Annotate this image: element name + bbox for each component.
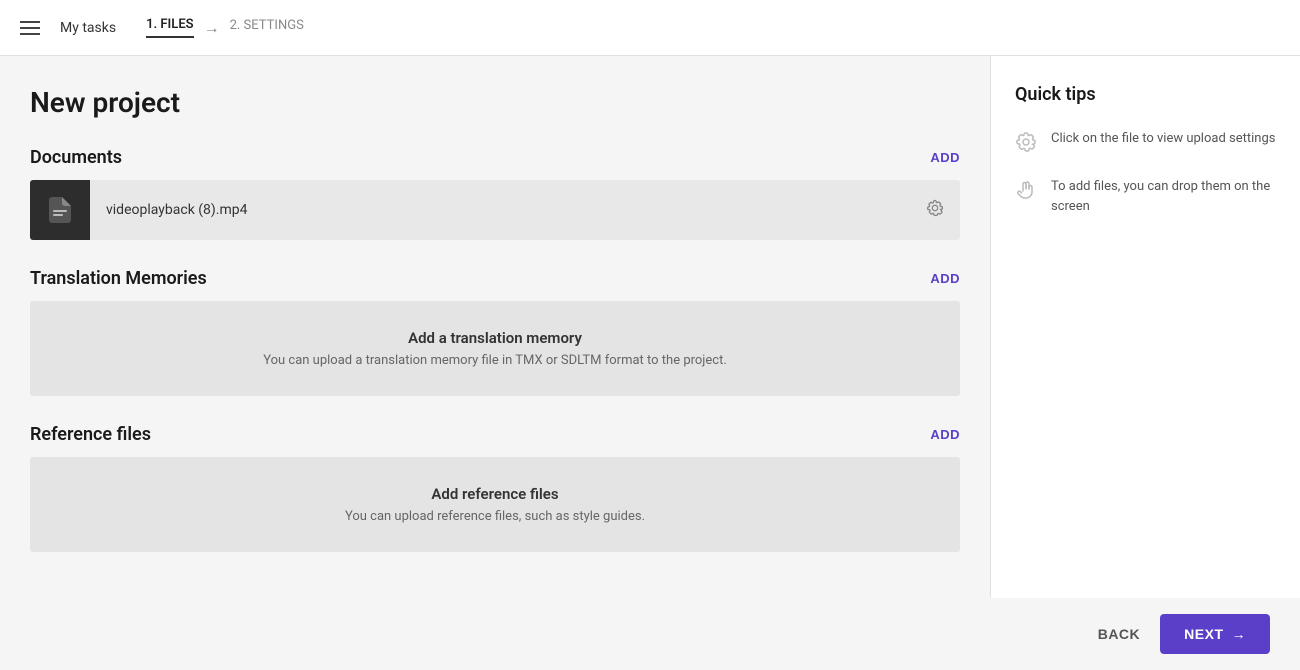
quick-tips-title: Quick tips xyxy=(1015,84,1276,105)
reference-files-empty-desc: You can upload reference files, such as … xyxy=(50,509,940,524)
reference-files-add-button[interactable]: ADD xyxy=(930,427,960,442)
translation-memories-empty-desc: You can upload a translation memory file… xyxy=(50,353,940,368)
tip-text-1: Click on the file to view upload setting… xyxy=(1051,129,1275,149)
file-icon-box xyxy=(30,180,90,240)
footer-actions: BACK NEXT → xyxy=(0,598,1300,670)
file-icon xyxy=(49,197,71,223)
reference-files-section-header: Reference files ADD xyxy=(30,424,960,445)
documents-title: Documents xyxy=(30,147,122,168)
documents-section-header: Documents ADD xyxy=(30,147,960,168)
nav-arrow: → xyxy=(204,18,220,38)
tip-item-2: To add files, you can drop them on the s… xyxy=(1015,177,1276,216)
document-file-item[interactable]: videoplayback (8).mp4 xyxy=(30,180,960,240)
next-arrow-icon: → xyxy=(1232,626,1247,642)
translation-memories-section-header: Translation Memories ADD xyxy=(30,268,960,289)
reference-files-title: Reference files xyxy=(30,424,151,445)
tip-item-1: Click on the file to view upload setting… xyxy=(1015,129,1276,157)
quick-tips-sidebar: Quick tips Click on the file to view upl… xyxy=(990,56,1300,598)
reference-files-empty-box: Add reference files You can upload refer… xyxy=(30,457,960,552)
reference-files-empty-title: Add reference files xyxy=(50,485,940,503)
gear-tip-icon xyxy=(1015,131,1037,157)
hamburger-icon[interactable] xyxy=(20,21,40,35)
step1-tab[interactable]: 1. FILES xyxy=(146,17,194,38)
file-settings-icon[interactable] xyxy=(910,199,960,221)
next-label: NEXT xyxy=(1184,626,1223,642)
documents-section: Documents ADD videoplayback (8).mp4 xyxy=(30,147,960,240)
back-button[interactable]: BACK xyxy=(1098,626,1140,642)
translation-memories-section: Translation Memories ADD Add a translati… xyxy=(30,268,960,396)
file-name: videoplayback (8).mp4 xyxy=(90,202,910,218)
reference-files-section: Reference files ADD Add reference files … xyxy=(30,424,960,552)
header: My tasks 1. FILES → 2. SETTINGS xyxy=(0,0,1300,56)
translation-memories-empty-box: Add a translation memory You can upload … xyxy=(30,301,960,396)
my-tasks-link[interactable]: My tasks xyxy=(60,20,116,36)
step2-tab[interactable]: 2. SETTINGS xyxy=(230,18,304,37)
next-button[interactable]: NEXT → xyxy=(1160,614,1270,654)
translation-memories-add-button[interactable]: ADD xyxy=(930,271,960,286)
page-title: New project xyxy=(30,86,960,119)
main-layout: New project Documents ADD videoplayback … xyxy=(0,56,1300,598)
translation-memories-empty-title: Add a translation memory xyxy=(50,329,940,347)
translation-memories-title: Translation Memories xyxy=(30,268,207,289)
documents-add-button[interactable]: ADD xyxy=(930,150,960,165)
nav-steps: 1. FILES → 2. SETTINGS xyxy=(146,17,304,38)
tip-text-2: To add files, you can drop them on the s… xyxy=(1051,177,1276,216)
content-area: New project Documents ADD videoplayback … xyxy=(0,56,990,598)
hand-tip-icon xyxy=(1015,179,1037,205)
